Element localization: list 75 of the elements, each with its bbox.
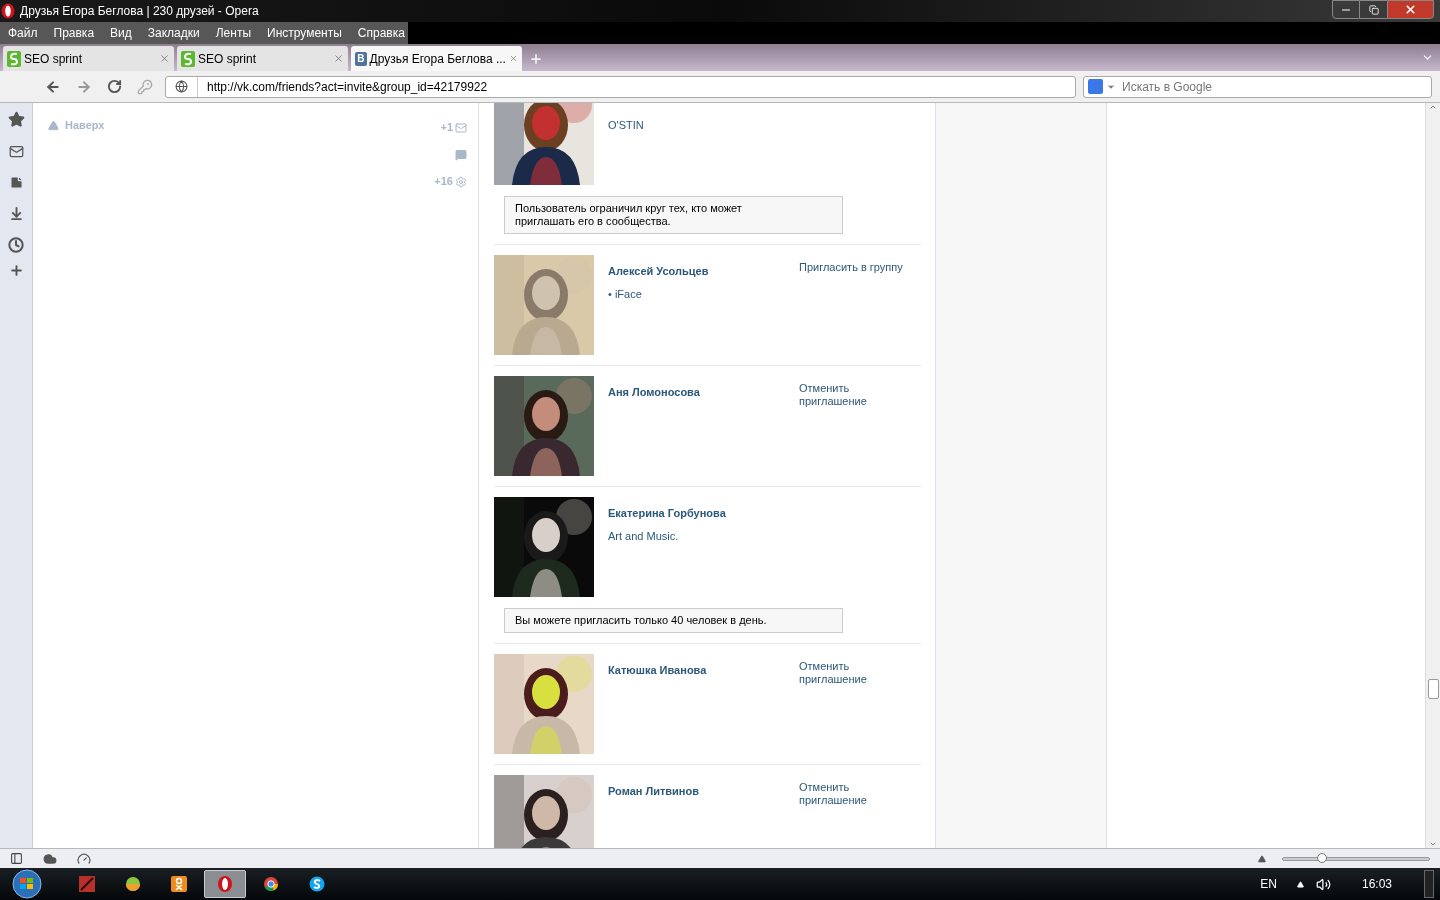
opera-icon	[1, 3, 15, 19]
ball-icon	[125, 876, 141, 892]
invite-action-link[interactable]: Отменить приглашение	[799, 376, 917, 476]
panel-toggle-icon[interactable]	[10, 852, 23, 865]
app-icon	[79, 876, 95, 892]
scrollbar[interactable]	[1425, 103, 1440, 848]
skype-icon	[309, 876, 325, 892]
up-arrow-icon[interactable]	[1258, 854, 1266, 863]
browser-tab[interactable]: SEO sprint	[177, 46, 348, 71]
download-icon[interactable]	[8, 206, 24, 221]
notice-box: Пользователь ограничил круг тех, кто может приглашать его в сообщества.	[504, 196, 843, 234]
chrome-icon	[263, 876, 279, 892]
mail-icon[interactable]	[8, 144, 24, 159]
search-field[interactable]: Искать в Google	[1083, 75, 1432, 98]
show-desktop-button[interactable]	[1424, 870, 1434, 898]
clock-time[interactable]: 16:03	[1361, 875, 1392, 893]
tab-logo-icon	[181, 50, 195, 67]
friend-name[interactable]: Алексей Усольцев	[608, 263, 799, 280]
invite-action-link[interactable]: Отменить приглашение	[799, 654, 917, 754]
friend-name[interactable]: Аня Ломоносова	[608, 384, 799, 401]
friend-subtitle: Art and Music.	[608, 528, 680, 544]
add-panel-icon[interactable]	[8, 263, 24, 278]
zoom-slider-thumb[interactable]	[1317, 852, 1328, 863]
close-tab-icon[interactable]	[333, 53, 344, 64]
close-button[interactable]	[1387, 0, 1434, 19]
cloud-icon[interactable]	[43, 851, 57, 866]
invite-action-link[interactable]: Пригласить в группу	[799, 255, 917, 355]
menu-item[interactable]: Ленты	[215, 24, 251, 42]
note-icon[interactable]	[8, 175, 24, 190]
globe-icon[interactable]	[175, 80, 188, 93]
star-icon[interactable]	[7, 111, 25, 128]
search-input[interactable]: Искать в Google	[1122, 77, 1431, 96]
tab-label: SEO sprint	[24, 50, 83, 68]
address-field[interactable]: http://vk.com/friends?act=invite&group_id=42179922	[165, 75, 1076, 98]
friend-name[interactable]: Роман Литвинов	[608, 783, 799, 800]
maximize-icon	[1368, 4, 1379, 15]
opera-icon	[217, 875, 233, 893]
menu-item[interactable]: Правка	[53, 24, 95, 42]
notice-box: Вы можете пригласить только 40 человек в день.	[504, 608, 843, 633]
friend-subtitle: • iFace	[608, 286, 643, 302]
close-icon	[1404, 3, 1417, 16]
scrollbar-thumb[interactable]	[1427, 679, 1439, 699]
clock-icon[interactable]	[8, 237, 24, 253]
invite-action-link[interactable]: Отменить приглашение	[799, 775, 917, 848]
tray-arrow-icon[interactable]	[1296, 880, 1304, 888]
menu-item[interactable]: Вид	[110, 24, 132, 42]
menu-item[interactable]: Инструменты	[267, 24, 342, 42]
browser-tab[interactable]: В Друзья Егора Беглова ...	[351, 46, 522, 71]
volume-icon[interactable]	[1315, 876, 1331, 892]
friend-name[interactable]: Екатерина Горбунова	[608, 505, 799, 522]
reload-icon[interactable]	[107, 79, 122, 94]
zoom-slider[interactable]	[1282, 856, 1430, 861]
scroll-down-icon[interactable]	[1429, 840, 1437, 848]
gauge-icon[interactable]	[77, 851, 91, 866]
language-indicator[interactable]: EN	[1260, 875, 1277, 893]
window-title: Друзья Егора Беглова | 230 друзей - Opera	[20, 3, 259, 20]
browser-tab[interactable]: SEO sprint	[3, 46, 174, 71]
close-tab-icon[interactable]	[508, 53, 518, 64]
friend-subtitle: O'STIN	[608, 118, 645, 133]
tab-label: SEO sprint	[198, 50, 257, 68]
url-text: http://vk.com/friends?act=invite&group_id=42179922	[207, 78, 488, 96]
tab-favicon: В	[355, 51, 367, 66]
minimize-button[interactable]	[1332, 0, 1360, 19]
maximize-button[interactable]	[1360, 0, 1387, 19]
tab-label: Друзья Егора Беглова ...	[369, 50, 506, 68]
menu-item[interactable]: Закладки	[147, 24, 200, 42]
person-icon	[171, 876, 187, 892]
close-tab-icon[interactable]	[159, 53, 170, 64]
tab-logo-icon	[7, 50, 21, 67]
new-tab-icon[interactable]	[529, 52, 543, 66]
scroll-up-icon[interactable]	[1429, 103, 1437, 111]
menu-item[interactable]: Справка	[357, 24, 405, 42]
menu-item[interactable]: Файл	[8, 24, 38, 42]
back-icon[interactable]	[45, 78, 61, 95]
friend-name[interactable]: Катюшка Иванова	[608, 662, 799, 679]
